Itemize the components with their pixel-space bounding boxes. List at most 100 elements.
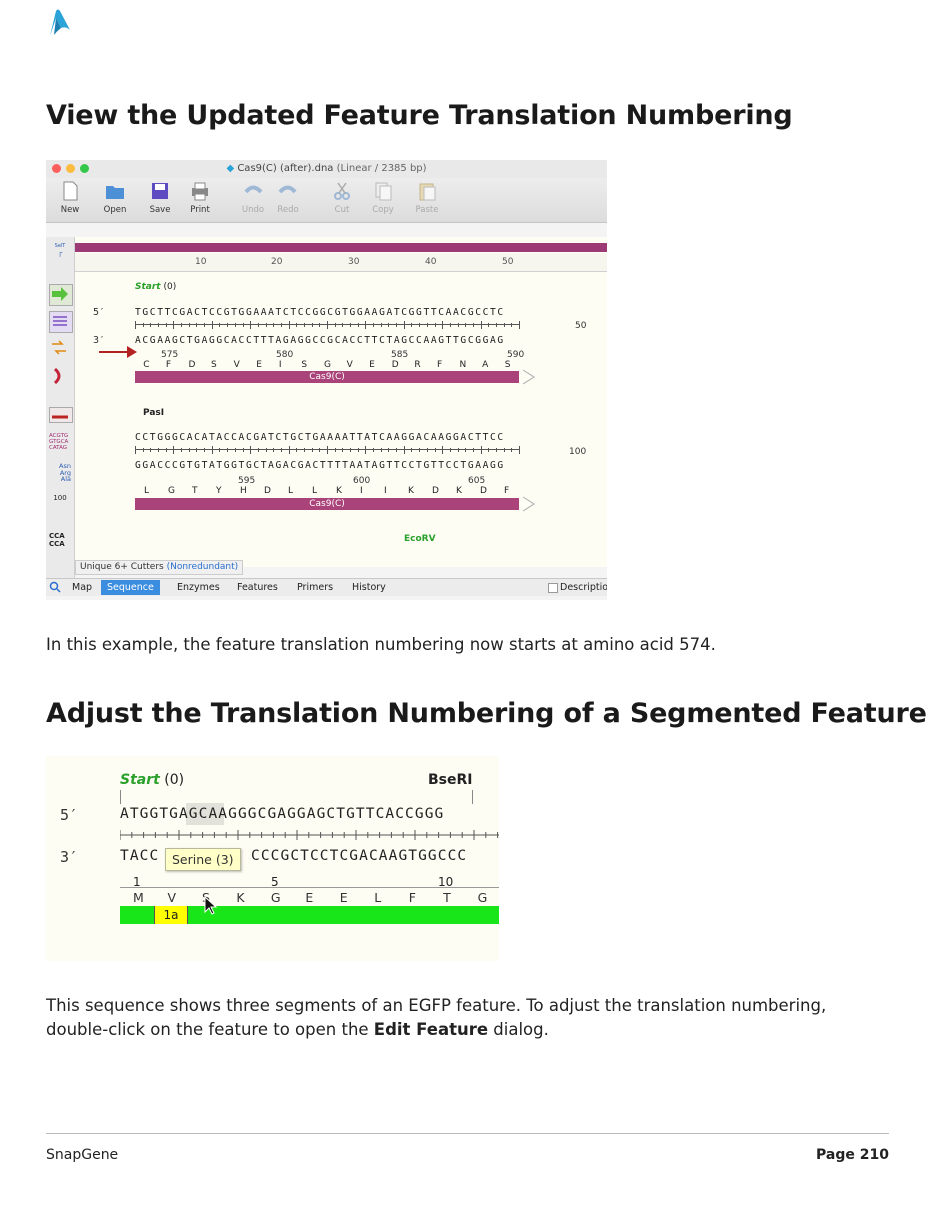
- amino-acid[interactable]: G: [478, 890, 488, 905]
- amino-acid[interactable]: S: [301, 360, 307, 370]
- start-feature-label[interactable]: Start (0): [120, 772, 184, 788]
- tab-history[interactable]: History: [346, 580, 392, 595]
- open-button[interactable]: Open: [95, 180, 135, 215]
- ruler-tick: [181, 323, 183, 327]
- top-strand-sequence[interactable]: ATGGTGAGCAAGGGCGAGGAGCTGTTCACCGGG: [120, 806, 444, 822]
- tab-enzymes[interactable]: Enzymes: [171, 580, 226, 595]
- sequence-case-icon[interactable]: ACGTG GTGCA CATAG: [49, 433, 71, 453]
- amino-acid[interactable]: V: [347, 360, 353, 370]
- pasi-enzyme-label[interactable]: PasI: [143, 408, 164, 418]
- amino-acid[interactable]: V: [234, 360, 240, 370]
- amino-acid[interactable]: C: [143, 360, 149, 370]
- amino-acid[interactable]: D: [264, 486, 271, 496]
- amino-acid[interactable]: K: [456, 486, 462, 496]
- ruler-tick: [227, 448, 229, 452]
- amino-acid[interactable]: G: [271, 890, 281, 905]
- amino-acid[interactable]: K: [236, 890, 244, 905]
- ruler-tick: [257, 448, 259, 452]
- tab-features[interactable]: Features: [231, 580, 284, 595]
- amino-acid[interactable]: I: [279, 360, 282, 370]
- enzyme-filter-selector[interactable]: Unique 6+ Cutters (Nonredundant): [75, 560, 244, 575]
- bseri-enzyme-label[interactable]: BseRI: [428, 772, 473, 788]
- amino-acid[interactable]: D: [392, 360, 399, 370]
- amino-acid[interactable]: L: [374, 890, 381, 905]
- amino-acid[interactable]: I: [384, 486, 387, 496]
- amino-acid[interactable]: E: [305, 890, 313, 905]
- amino-acid[interactable]: F: [409, 890, 416, 905]
- amino-acid[interactable]: V: [168, 890, 177, 905]
- restriction-icon[interactable]: CCA CCA: [49, 532, 71, 552]
- amino-acid[interactable]: F: [437, 360, 442, 370]
- amino-acid[interactable]: E: [340, 890, 348, 905]
- dna-strand-icon[interactable]: [49, 407, 73, 423]
- ecorv-enzyme-label[interactable]: EcoRV: [404, 534, 436, 544]
- ruler-tick: [188, 448, 190, 452]
- paste-button[interactable]: Paste: [407, 180, 447, 215]
- amino-acid[interactable]: F: [166, 360, 171, 370]
- amino-acid[interactable]: R: [414, 360, 420, 370]
- main-toolbar: New Open Save Print Undo Redo Cut Copy P…: [46, 178, 607, 223]
- tab-map[interactable]: Map: [66, 580, 98, 595]
- ruler-icon[interactable]: 100: [49, 494, 71, 514]
- search-icon[interactable]: [49, 581, 61, 593]
- top-strand-sequence[interactable]: CCTGGGCACATACCACGATCTGCTGAAAATTATCAAGGAC…: [135, 432, 505, 443]
- amino-acid[interactable]: D: [480, 486, 487, 496]
- cas9-feature-bar[interactable]: Cas9(C): [135, 498, 519, 510]
- amino-acid[interactable]: D: [432, 486, 439, 496]
- amino-acid[interactable]: S: [211, 360, 217, 370]
- cut-button[interactable]: Cut: [322, 180, 362, 215]
- amino-acid[interactable]: E: [256, 360, 262, 370]
- print-button[interactable]: Print: [180, 180, 220, 215]
- lines-icon[interactable]: [49, 311, 73, 333]
- segment-1a-label[interactable]: 1a: [154, 906, 188, 924]
- amino-acid[interactable]: L: [288, 486, 293, 496]
- new-button[interactable]: New: [50, 180, 90, 215]
- bracket-icon[interactable]: [49, 367, 71, 387]
- ruler-tick: [511, 323, 513, 327]
- ruler-tick: [158, 323, 160, 327]
- undo-button[interactable]: Undo: [233, 180, 273, 215]
- sequence-view-panel[interactable]: 10 20 30 40 50 Start (0) 5′ TGCTTCGACTCC…: [75, 237, 607, 567]
- amino-acid[interactable]: G: [324, 360, 331, 370]
- ruler-tick: [434, 323, 436, 327]
- bottom-strand-sequence-left[interactable]: TACC: [120, 848, 159, 864]
- bottom-strand-sequence[interactable]: GGACCCGTGTATGGTGCTAGACGACTTTTAATAGTTCCTG…: [135, 460, 505, 471]
- amino-acid-icon[interactable]: Asn Arg Ala: [49, 463, 71, 483]
- amino-acid[interactable]: K: [408, 486, 414, 496]
- amino-acid[interactable]: I: [360, 486, 363, 496]
- amino-acid[interactable]: S: [505, 360, 511, 370]
- amino-acid[interactable]: N: [460, 360, 467, 370]
- tab-sequence[interactable]: Sequence: [101, 580, 160, 595]
- ruler-label: 20: [271, 257, 283, 267]
- redo-button[interactable]: Redo: [268, 180, 308, 215]
- amino-acid[interactable]: H: [240, 486, 247, 496]
- amino-acid[interactable]: D: [188, 360, 195, 370]
- amino-acid[interactable]: G: [168, 486, 175, 496]
- green-arrow-icon[interactable]: [49, 284, 73, 306]
- copy-button[interactable]: Copy: [363, 180, 403, 215]
- left-tool-palette: SelT ┌ ACGTG GTGCA CATAG Asn Arg Ala 100 …: [46, 237, 75, 582]
- amino-acid[interactable]: F: [504, 486, 509, 496]
- ruler-tick: [135, 446, 136, 454]
- amino-acid[interactable]: L: [144, 486, 149, 496]
- ruler-tick: [319, 448, 321, 452]
- tab-primers[interactable]: Primers: [291, 580, 339, 595]
- select-tool-icon[interactable]: SelT ┌: [49, 243, 71, 263]
- amino-acid[interactable]: M: [133, 890, 144, 905]
- amino-acid[interactable]: Y: [216, 486, 222, 496]
- amino-acid[interactable]: T: [443, 890, 451, 905]
- bottom-strand-sequence[interactable]: ACGAAGCTGAGGCACCTTTAGAGGCCGCACCTTCTAGCCA…: [135, 335, 505, 346]
- ruler-tick: [380, 448, 382, 452]
- swap-icon[interactable]: [49, 339, 71, 359]
- bottom-strand-sequence-right[interactable]: CCCGCTCCTCGACAAGTGGCCC: [251, 848, 467, 864]
- amino-acid[interactable]: A: [482, 360, 488, 370]
- amino-acid[interactable]: K: [336, 486, 342, 496]
- start-feature-label[interactable]: Start (0): [135, 282, 176, 292]
- top-strand-sequence[interactable]: TGCTTCGACTCCGTGGAAATCTCCGGCGTGGAAGATCGGT…: [135, 307, 505, 318]
- aa-number: 575: [161, 350, 179, 360]
- amino-acid[interactable]: L: [312, 486, 317, 496]
- amino-acid[interactable]: E: [369, 360, 375, 370]
- amino-acid[interactable]: T: [192, 486, 198, 496]
- save-button[interactable]: Save: [140, 180, 180, 215]
- cas9-feature-bar[interactable]: Cas9(C): [135, 371, 519, 383]
